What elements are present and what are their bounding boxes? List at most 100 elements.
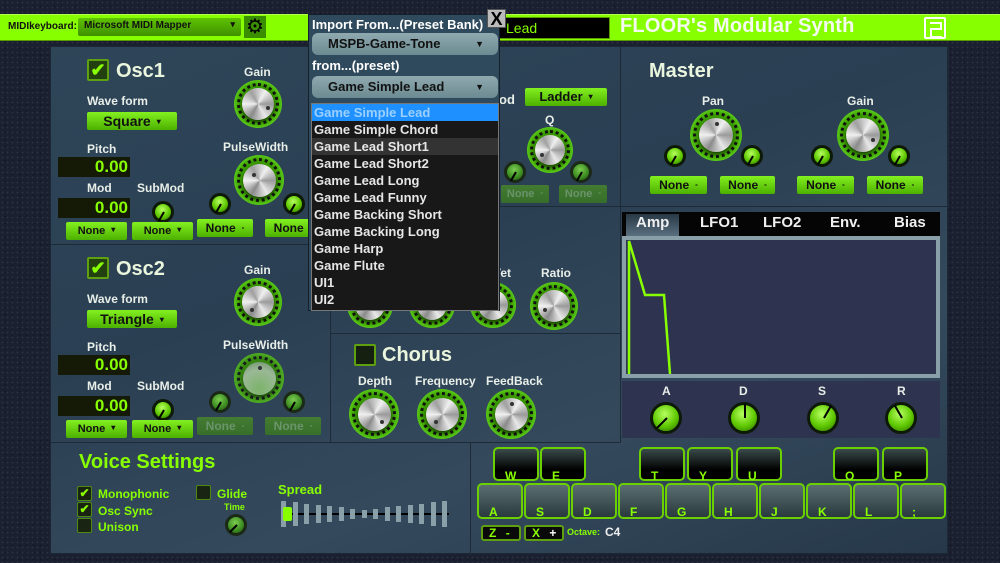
octave-down-button[interactable]: Z - [481, 525, 521, 541]
preset-option[interactable]: Game Harp [312, 240, 498, 257]
keyboard-key-y[interactable]: Y [687, 447, 733, 483]
preset-option[interactable]: Game Lead Short1 [312, 138, 498, 155]
keyboard-key-p[interactable]: P [882, 447, 928, 483]
osc1-mod-source-3[interactable]: None - [197, 219, 253, 237]
preset-option[interactable]: Game Lead Short2 [312, 155, 498, 172]
monophonic-checkbox[interactable]: ✔ [77, 486, 92, 501]
keyboard-key-f[interactable]: F [618, 483, 664, 519]
osc2-mod-source-2[interactable]: None ▾ [132, 420, 193, 438]
preset-option[interactable]: Game Simple Lead [312, 104, 498, 121]
preset-name-field[interactable]: Lead [497, 17, 610, 39]
tab-env[interactable]: Env. [830, 214, 861, 231]
master-mod-source-4[interactable]: None - [867, 176, 923, 194]
osc2-enable-checkbox[interactable]: ✔ [87, 257, 109, 279]
osc2-mod-source-4[interactable]: None - [265, 417, 321, 435]
osc2-pw-mod2-knob[interactable] [283, 391, 305, 413]
preset-option[interactable]: Game Lead Funny [312, 189, 498, 206]
master-pan-mod1-knob[interactable] [664, 145, 686, 167]
master-mod-source-2[interactable]: None - [720, 176, 775, 194]
sustain-knob[interactable] [807, 402, 839, 434]
master-gain-knob[interactable] [837, 109, 889, 161]
osc1-pw-mod1-knob[interactable] [209, 193, 231, 215]
filter-mod-source-2[interactable]: None - [559, 185, 607, 203]
preset-option[interactable]: Game Backing Short [312, 206, 498, 223]
osc1-mod-source-1[interactable]: None ▾ [66, 222, 127, 240]
osc1-pulsewidth-knob[interactable] [234, 155, 284, 205]
master-gain-mod1-knob[interactable] [811, 145, 833, 167]
filter-q-mod2-knob[interactable] [570, 161, 592, 183]
filter-q-knob[interactable] [527, 127, 573, 173]
spread-slider-handle[interactable] [283, 507, 292, 521]
keyboard-key-t[interactable]: T [639, 447, 685, 483]
preset-bank-select[interactable]: MSPB-Game-Tone ▼ [312, 33, 498, 55]
keyboard-key-s[interactable]: S [524, 483, 570, 519]
osc2-pulsewidth-knob[interactable] [234, 353, 284, 403]
keyboard-key-l[interactable]: L [853, 483, 899, 519]
octave-up-button[interactable]: X + [524, 525, 564, 541]
master-pan-knob[interactable] [690, 109, 742, 161]
keyboard-key-o[interactable]: O [833, 447, 879, 483]
keyboard-key-a[interactable]: A [477, 483, 523, 519]
osc2-mod-field[interactable]: 0.00 [58, 396, 130, 416]
osc2-pitch-field[interactable]: 0.00 [58, 355, 130, 375]
osc1-gain-knob[interactable] [234, 80, 282, 128]
osc1-mod-field[interactable]: 0.00 [58, 198, 130, 218]
osc1-enable-checkbox[interactable]: ✔ [87, 59, 109, 81]
chorus-feedback-knob[interactable] [486, 389, 536, 439]
preset-option[interactable]: Game Simple Chord [312, 121, 498, 138]
spread-slider[interactable] [281, 499, 453, 529]
preset-option[interactable]: UI1 [312, 274, 498, 291]
keyboard-key-semicolon[interactable]: ; [900, 483, 946, 519]
preset-option[interactable]: UI2 [312, 291, 498, 308]
osc1-submod-knob[interactable] [152, 201, 174, 223]
osc2-mod-source-1[interactable]: None ▾ [66, 420, 127, 438]
keyboard-key-d[interactable]: D [571, 483, 617, 519]
keyboard-key-j[interactable]: J [759, 483, 805, 519]
filter-q-mod1-knob[interactable] [504, 161, 526, 183]
master-mod-source-1[interactable]: None - [650, 176, 707, 194]
tab-lfo2[interactable]: LFO2 [763, 214, 801, 231]
filter-method-select[interactable]: Ladder ▾ [525, 88, 607, 106]
keyboard-key-w[interactable]: W [493, 447, 539, 483]
release-knob[interactable] [885, 402, 917, 434]
close-icon[interactable]: X [487, 9, 506, 28]
tab-bias[interactable]: Bias [894, 214, 926, 231]
gear-icon[interactable]: ⚙ [244, 16, 266, 38]
voice-settings-panel: Voice Settings ✔ Monophonic ✔ Osc Sync U… [51, 443, 471, 555]
osc1-pitch-field[interactable]: 0.00 [58, 157, 130, 177]
keyboard-key-e[interactable]: E [540, 447, 586, 483]
osc2-waveform-select[interactable]: Triangle ▾ [87, 310, 177, 328]
attack-knob[interactable] [650, 402, 682, 434]
ratio-knob[interactable] [530, 282, 578, 330]
chorus-depth-knob[interactable] [349, 389, 399, 439]
preset-select[interactable]: Game Simple Lead ▼ [312, 76, 498, 98]
decay-knob[interactable] [728, 402, 760, 434]
glide-checkbox[interactable] [196, 485, 211, 500]
osc1-waveform-select[interactable]: Square ▾ [87, 112, 177, 130]
keyboard-key-g[interactable]: G [665, 483, 711, 519]
osc2-mod-source-3[interactable]: None - [197, 417, 253, 435]
osc2-gain-knob[interactable] [234, 278, 282, 326]
osc2-submod-knob[interactable] [152, 399, 174, 421]
preset-option[interactable]: Game Lead Long [312, 172, 498, 189]
preset-option[interactable]: Game Flute [312, 257, 498, 274]
tab-amp[interactable]: Amp [626, 214, 680, 236]
keyboard-key-u[interactable]: U [736, 447, 782, 483]
master-mod-source-3[interactable]: None - [797, 176, 854, 194]
osc-sync-checkbox[interactable]: ✔ [77, 502, 92, 517]
unison-checkbox[interactable] [77, 518, 92, 533]
glide-time-knob[interactable] [225, 514, 247, 536]
master-gain-mod2-knob[interactable] [888, 145, 910, 167]
filter-mod-source-1[interactable]: None - [501, 185, 549, 203]
chorus-frequency-knob[interactable] [417, 389, 467, 439]
preset-option[interactable]: Game Backing Long [312, 223, 498, 240]
osc1-mod-source-2[interactable]: None ▾ [132, 222, 193, 240]
osc2-pw-mod1-knob[interactable] [209, 391, 231, 413]
osc1-pw-mod2-knob[interactable] [283, 193, 305, 215]
tab-lfo1[interactable]: LFO1 [700, 214, 738, 231]
keyboard-key-h[interactable]: H [712, 483, 758, 519]
midi-device-select[interactable]: Microsoft MIDI Mapper ▾ [78, 18, 241, 36]
chorus-enable-checkbox[interactable] [354, 344, 376, 366]
master-pan-mod2-knob[interactable] [741, 145, 763, 167]
keyboard-key-k[interactable]: K [806, 483, 852, 519]
